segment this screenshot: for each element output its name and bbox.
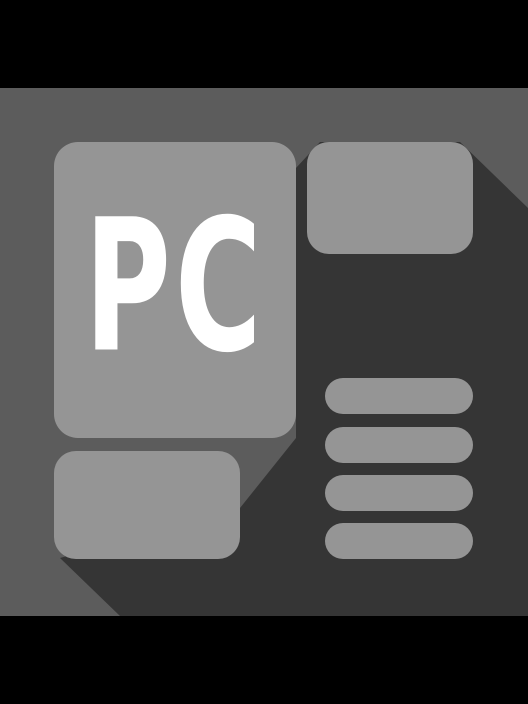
list-bar bbox=[325, 378, 473, 414]
list-bar bbox=[325, 427, 473, 463]
app-icon[interactable]: PC bbox=[0, 88, 528, 616]
bottom-left-panel-tile bbox=[54, 451, 240, 559]
list-bar bbox=[325, 523, 473, 559]
top-right-panel-tile bbox=[307, 142, 473, 254]
pc-label: PC bbox=[84, 179, 266, 393]
screen-background: PC bbox=[0, 0, 528, 704]
list-bar bbox=[325, 475, 473, 511]
